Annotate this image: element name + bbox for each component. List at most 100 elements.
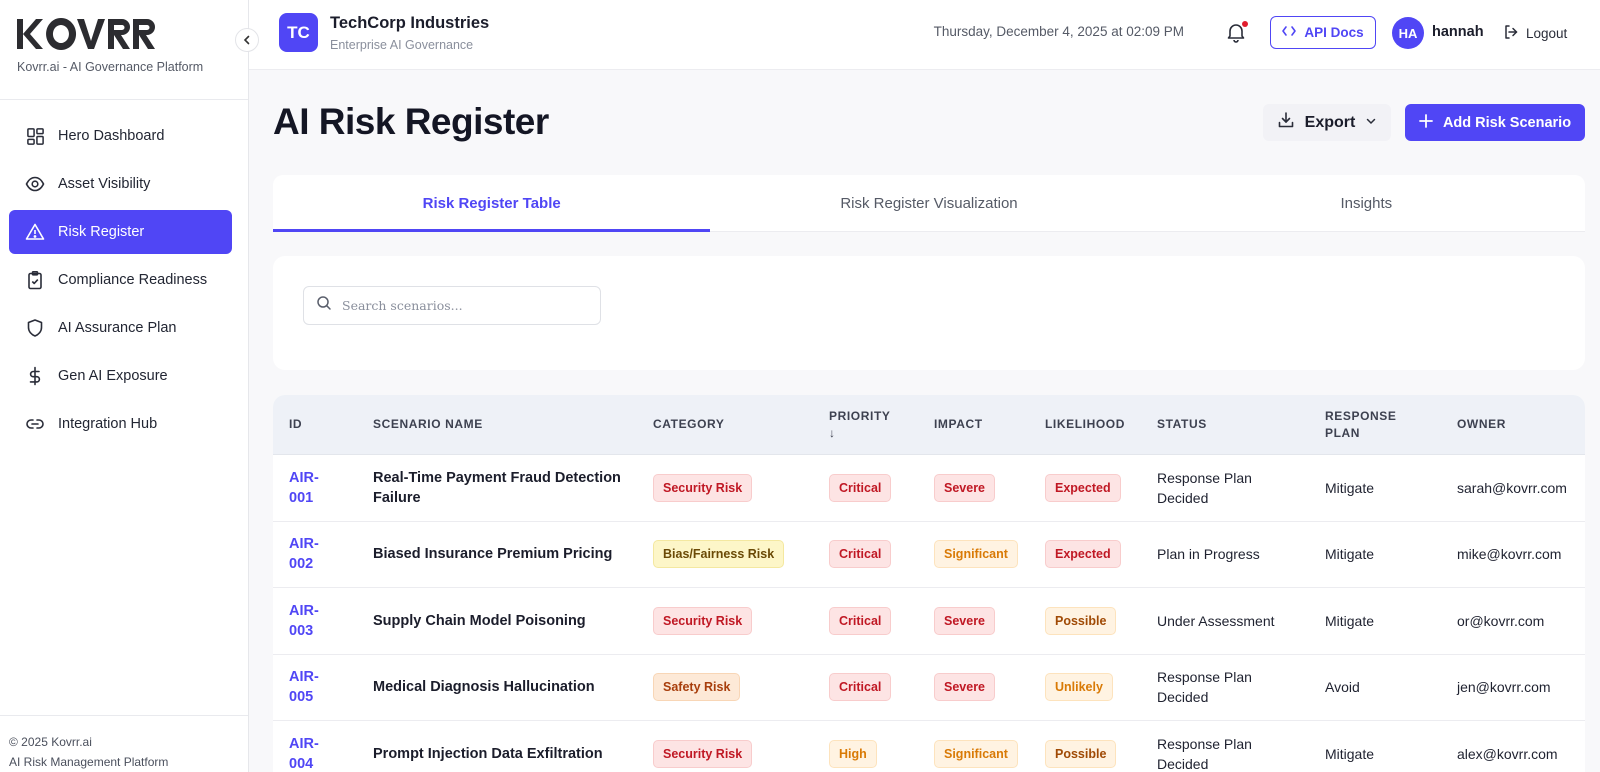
risk-id-link[interactable]: AIR-004 xyxy=(273,734,357,772)
sidebar-item-compliance-readiness[interactable]: Compliance Readiness xyxy=(9,258,232,302)
status-text: Under Assessment xyxy=(1157,612,1275,629)
response-plan-text: Mitigate xyxy=(1325,745,1375,762)
export-label: Export xyxy=(1304,113,1356,131)
sidebar-item-label: Risk Register xyxy=(58,224,145,240)
response-plan-text: Avoid xyxy=(1325,679,1360,696)
owner-email: alex@kovrr.com xyxy=(1457,745,1558,762)
column-header-likelihood[interactable]: LIKELIHOOD xyxy=(1029,416,1141,433)
column-header-category[interactable]: CATEGORY xyxy=(637,416,813,433)
likelihood-badge: Expected xyxy=(1045,540,1121,569)
category-badge: Security Risk xyxy=(653,739,753,768)
column-header-priority[interactable]: PRIORITY ↓ xyxy=(813,408,918,442)
export-button[interactable]: Export xyxy=(1263,104,1391,141)
status-text: Response Plan Decided xyxy=(1157,469,1252,506)
search-input[interactable] xyxy=(342,298,582,313)
scenario-name: Real-Time Payment Fraud Detection Failur… xyxy=(373,469,621,506)
dashboard-icon xyxy=(25,126,45,146)
risk-id-link[interactable]: AIR-001 xyxy=(273,468,357,508)
copyright: © 2025 Kovrr.ai xyxy=(9,735,92,749)
user-name[interactable]: hannah xyxy=(1432,24,1484,40)
brand-subtitle: Kovrr.ai - AI Governance Platform xyxy=(17,60,204,74)
risk-id-link[interactable]: AIR-003 xyxy=(273,601,357,641)
logout-button[interactable]: Logout xyxy=(1503,24,1567,43)
scenario-name: Biased Insurance Premium Pricing xyxy=(373,546,613,563)
table-row[interactable]: AIR-005 Medical Diagnosis Hallucination … xyxy=(273,655,1585,721)
sidebar-item-label: Asset Visibility xyxy=(58,176,151,192)
priority-badge: Critical xyxy=(829,673,892,702)
brand: Kovrr.ai - AI Governance Platform xyxy=(17,16,203,74)
sidebar-footer: © 2025 Kovrr.ai AI Risk Management Platf… xyxy=(0,715,248,772)
logout-icon xyxy=(1503,24,1519,43)
column-header-scenario-name[interactable]: SCENARIO NAME xyxy=(357,416,637,433)
sidebar-item-label: Hero Dashboard xyxy=(58,128,165,144)
column-header-id[interactable]: ID xyxy=(273,416,357,433)
owner-email: mike@kovrr.com xyxy=(1457,546,1562,563)
table-row[interactable]: AIR-003 Supply Chain Model Poisoning Sec… xyxy=(273,588,1585,655)
tab-risk-register-table[interactable]: Risk Register Table xyxy=(273,175,711,232)
code-icon xyxy=(1282,25,1297,40)
table-row[interactable]: AIR-004 Prompt Injection Data Exfiltrati… xyxy=(273,721,1585,772)
table-row[interactable]: AIR-001 Real-Time Payment Fraud Detectio… xyxy=(273,455,1585,522)
search-icon xyxy=(316,295,332,316)
sidebar-item-label: Gen AI Exposure xyxy=(58,368,168,384)
notification-dot xyxy=(1242,21,1248,27)
top-bar: TC TechCorp Industries Enterprise AI Gov… xyxy=(249,0,1600,70)
column-header-response-plan[interactable]: RESPONSE PLAN xyxy=(1309,408,1441,442)
risk-table: ID SCENARIO NAME CATEGORY PRIORITY ↓ IMP… xyxy=(273,395,1585,772)
risk-id-link[interactable]: AIR-002 xyxy=(273,534,357,574)
download-icon xyxy=(1277,111,1295,134)
priority-badge: High xyxy=(829,739,877,768)
warning-icon xyxy=(25,222,45,242)
impact-badge: Severe xyxy=(934,473,996,502)
likelihood-badge: Possible xyxy=(1045,606,1117,635)
column-header-owner[interactable]: OWNER xyxy=(1441,416,1585,433)
eye-icon xyxy=(25,174,45,194)
sidebar-item-hero-dashboard[interactable]: Hero Dashboard xyxy=(9,114,232,158)
sidebar-item-gen-ai-exposure[interactable]: Gen AI Exposure xyxy=(9,354,232,398)
sidebar-item-risk-register[interactable]: Risk Register xyxy=(9,210,232,254)
dollar-icon xyxy=(25,366,45,386)
org-avatar: TC xyxy=(279,13,318,52)
impact-badge: Significant xyxy=(934,739,1018,768)
tab-insights[interactable]: Insights xyxy=(1148,175,1585,231)
search-box[interactable] xyxy=(303,286,601,325)
add-risk-scenario-label: Add Risk Scenario xyxy=(1442,114,1572,131)
sidebar-item-ai-assurance-plan[interactable]: AI Assurance Plan xyxy=(9,306,232,350)
impact-badge: Significant xyxy=(934,540,1018,569)
tab-risk-register-visualization[interactable]: Risk Register Visualization xyxy=(710,175,1147,231)
category-badge: Bias/Fairness Risk xyxy=(653,540,785,569)
clipboard-icon xyxy=(25,270,45,290)
user-avatar[interactable]: HA xyxy=(1392,17,1424,49)
likelihood-badge: Unlikely xyxy=(1045,673,1113,702)
impact-badge: Severe xyxy=(934,673,996,702)
status-text: Response Plan Decided xyxy=(1157,735,1252,772)
api-docs-button[interactable]: API Docs xyxy=(1270,16,1376,49)
add-risk-scenario-button[interactable]: Add Risk Scenario xyxy=(1405,104,1585,141)
risk-id-link[interactable]: AIR-005 xyxy=(273,667,357,707)
scenario-name: Medical Diagnosis Hallucination xyxy=(373,679,595,696)
priority-badge: Critical xyxy=(829,540,892,569)
api-docs-label: API Docs xyxy=(1304,25,1364,40)
collapse-sidebar-button[interactable] xyxy=(235,28,259,52)
likelihood-badge: Expected xyxy=(1045,473,1121,502)
column-header-status[interactable]: STATUS xyxy=(1141,416,1309,433)
priority-badge: Critical xyxy=(829,606,892,635)
notifications-bell-icon[interactable] xyxy=(1225,21,1249,45)
response-plan-text: Mitigate xyxy=(1325,479,1375,496)
column-header-impact[interactable]: IMPACT xyxy=(918,416,1029,433)
kovrr-logo[interactable] xyxy=(17,16,203,52)
sidebar: Kovrr.ai - AI Governance Platform Hero D… xyxy=(0,0,249,772)
sidebar-divider xyxy=(0,99,248,100)
sidebar-item-label: AI Assurance Plan xyxy=(58,320,177,336)
sidebar-item-integration-hub[interactable]: Integration Hub xyxy=(9,402,232,446)
sidebar-item-label: Integration Hub xyxy=(58,416,158,432)
table-row[interactable]: AIR-002 Biased Insurance Premium Pricing… xyxy=(273,522,1585,588)
sidebar-item-asset-visibility[interactable]: Asset Visibility xyxy=(9,162,232,206)
search-card xyxy=(273,256,1585,370)
response-plan-text: Mitigate xyxy=(1325,546,1375,563)
owner-email: or@kovrr.com xyxy=(1457,612,1545,629)
plus-icon xyxy=(1419,113,1433,132)
category-badge: Security Risk xyxy=(653,473,753,502)
sidebar-item-label: Compliance Readiness xyxy=(58,272,208,288)
scenario-name: Supply Chain Model Poisoning xyxy=(373,612,586,629)
